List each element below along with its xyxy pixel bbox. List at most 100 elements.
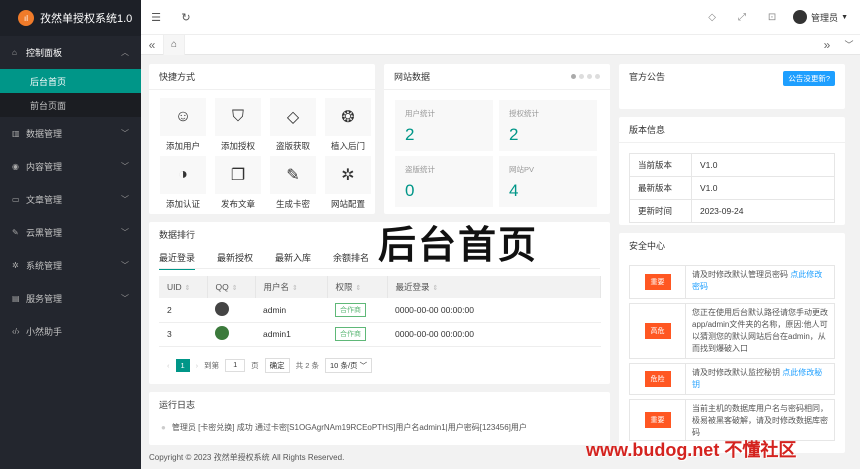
- stat-pirate[interactable]: 盗版统计 0: [395, 156, 493, 207]
- quick-publish-article[interactable]: ❐ 发布文章: [214, 156, 262, 210]
- book-icon: ❐: [215, 156, 261, 194]
- app-logo[interactable]: ıl 孜然单授权系统1.0: [0, 0, 141, 36]
- sidebar-item-assistant[interactable]: ‹/› 小然助手: [0, 315, 141, 348]
- shield-icon: ⛉: [215, 98, 261, 136]
- sidebar-subitem-frontend[interactable]: 前台页面: [0, 93, 141, 117]
- carousel-dot[interactable]: [595, 74, 600, 79]
- sidebar-item-label: 数据管理: [26, 129, 63, 139]
- carousel-dot[interactable]: [587, 74, 592, 79]
- tab-scroll-right-icon[interactable]: »: [816, 38, 838, 52]
- stat-pv[interactable]: 网站PV 4: [499, 156, 597, 207]
- quick-site-config[interactable]: ✲ 网站配置: [324, 156, 372, 210]
- security-message: 请及时修改默认监控秘钥: [692, 368, 783, 377]
- brush-icon: ✎: [12, 228, 19, 237]
- tab-home[interactable]: ⌂: [163, 34, 185, 55]
- tab-scroll-left-icon[interactable]: «: [141, 38, 163, 52]
- avatar: [215, 326, 229, 340]
- version-key: 更新时间: [629, 199, 692, 223]
- compass-icon: ◑: [160, 156, 206, 194]
- page-size-value: 10 条/页: [330, 361, 358, 370]
- server-icon: ▤: [12, 294, 20, 303]
- sidebar-item-data[interactable]: ▥ 数据管理 ﹀: [0, 117, 141, 150]
- table-row: 更新时间 2023-09-24: [629, 199, 835, 223]
- cell-role: 合作商: [327, 298, 387, 323]
- security-item: 重要 当前主机的数据库用户名与密码相同，极易被黑客破解，请及时修改数据库密码: [629, 399, 835, 441]
- stat-licenses[interactable]: 授权统计 2: [499, 100, 597, 151]
- sidebar-item-articles[interactable]: ▭ 文章管理 ﹀: [0, 183, 141, 216]
- footer: Copyright © 2023 孜然单授权系统 All Rights Rese…: [149, 453, 345, 462]
- cell-qq: [207, 298, 255, 323]
- goto-page-input[interactable]: 1: [225, 359, 246, 372]
- menu-toggle-icon[interactable]: ☰: [141, 11, 171, 24]
- notice-button[interactable]: 公告没更新?: [783, 71, 835, 86]
- prev-page-icon[interactable]: ‹: [167, 361, 170, 370]
- stat-value: 4: [509, 181, 519, 200]
- site-stats-panel: 网站数据 用户统计 2 授权统计 2 盗版统计 0 网站PV 4: [384, 64, 610, 214]
- quick-add-cert[interactable]: ◑ 添加认证: [159, 156, 207, 210]
- carousel-dots[interactable]: [571, 74, 600, 79]
- tag-icon[interactable]: ◇: [697, 12, 727, 23]
- table-row[interactable]: 3 admin1 合作商 0000-00-00 00:00:00: [159, 322, 601, 347]
- version-value: 2023-09-24: [691, 199, 835, 223]
- sidebar-item-label: 系统管理: [26, 261, 63, 271]
- sidebar-item-blacklist[interactable]: ✎ 云黑管理 ﹀: [0, 216, 141, 249]
- col-username[interactable]: 用户名 ⇕: [255, 276, 328, 298]
- chevron-down-icon: ﹀: [359, 361, 368, 370]
- cell-username: admin1: [255, 322, 327, 347]
- carousel-dot[interactable]: [579, 74, 584, 79]
- quick-pirate-fetch[interactable]: ◇ 盗版获取: [269, 98, 317, 152]
- avatar: [793, 10, 808, 24]
- sidebar-item-dashboard[interactable]: ⌂ 控制面板 ︿: [0, 36, 141, 69]
- quick-backdoor[interactable]: ❂ 植入后门: [324, 98, 372, 152]
- quick-gen-card[interactable]: ✎ 生成卡密: [269, 156, 317, 210]
- security-item: 高危 您正在使用后台默认路径请您手动更改app/admin文件夹的名称，原因:他…: [629, 303, 835, 359]
- col-last-login[interactable]: 最近登录 ⇕: [387, 276, 601, 298]
- sidebar-item-label: 文章管理: [26, 195, 63, 205]
- page-title: 后台首页: [378, 225, 539, 267]
- lock-icon[interactable]: ⊡: [757, 12, 787, 23]
- table-row[interactable]: 2 admin 合作商 0000-00-00 00:00:00: [159, 298, 601, 323]
- quick-label: 添加认证: [165, 199, 200, 209]
- stat-value: 2: [509, 125, 519, 144]
- page-size-select[interactable]: 10 条/页 ﹀: [325, 358, 373, 373]
- table-row: 当前版本 V1.0: [629, 153, 835, 177]
- security-message: 您正在使用后台默认路径请您手动更改app/admin文件夹的名称，原因:他人可以…: [692, 308, 828, 353]
- quick-add-user[interactable]: ☺ 添加用户: [159, 98, 207, 152]
- edit-icon: ✎: [270, 156, 316, 194]
- user-icon: ☺: [160, 98, 206, 136]
- cell-qq: [207, 322, 255, 347]
- sidebar-item-system[interactable]: ✲ 系统管理 ﹀: [0, 249, 141, 282]
- version-key: 最新版本: [629, 176, 692, 200]
- stat-users[interactable]: 用户统计 2: [395, 100, 493, 151]
- security-panel: 安全中心 重要 请及时修改默认管理员密码 点此修改密码 高危 您正在使用后台默认…: [619, 233, 845, 453]
- sidebar-item-content[interactable]: ◉ 内容管理 ﹀: [0, 150, 141, 183]
- user-menu[interactable]: 管理员 ▼: [793, 10, 848, 24]
- rank-table: UID ⇕ QQ ⇕ 用户名 ⇕ 权限 ⇕ 最近登录 ⇕ 2 admin 合作商 0000…: [159, 276, 601, 347]
- refresh-icon[interactable]: ↻: [171, 11, 201, 24]
- carousel-dot[interactable]: [571, 74, 576, 79]
- sidebar-subitem-admin-home[interactable]: 后台首页: [0, 69, 141, 93]
- col-uid[interactable]: UID ⇕: [159, 276, 208, 298]
- chevron-down-icon: ﹀: [121, 294, 129, 303]
- quick-add-license[interactable]: ⛉ 添加授权: [214, 98, 262, 152]
- log-text: 管理员 [卡密兑换] 成功 通过卡密[S1OGAgrNAm19RCEoPTHS]…: [171, 423, 527, 432]
- tab-bar: « ⌂ » ﹀: [141, 34, 860, 55]
- next-page-icon[interactable]: ›: [196, 361, 199, 370]
- sidebar-item-label: 服务管理: [26, 294, 63, 304]
- quick-links-panel: 快捷方式 ☺ 添加用户 ⛉ 添加授权 ◇ 盗版获取 ❂ 植入后门 ◑ 添加认证 ❐ 发布文章…: [149, 64, 375, 214]
- page-current[interactable]: 1: [175, 359, 190, 372]
- stat-value: 0: [405, 181, 415, 200]
- col-role[interactable]: 权限 ⇕: [327, 276, 388, 298]
- sort-icon: ⇕: [231, 285, 238, 292]
- sidebar-item-services[interactable]: ▤ 服务管理 ﹀: [0, 282, 141, 315]
- top-header: ☰ ↻ ◇ ⤢ ⊡ 管理员 ▼: [141, 0, 860, 35]
- col-qq[interactable]: QQ ⇕: [207, 276, 256, 298]
- role-badge: 合作商: [335, 302, 366, 317]
- stat-label: 盗版统计: [405, 165, 435, 174]
- tab-menu-chevron-icon[interactable]: ﹀: [838, 38, 860, 52]
- panel-title: 快捷方式: [149, 64, 375, 90]
- caret-down-icon: ▼: [841, 13, 848, 21]
- fullscreen-icon[interactable]: ⤢: [727, 12, 757, 23]
- version-key: 当前版本: [629, 153, 692, 177]
- goto-confirm-button[interactable]: 确定: [264, 358, 290, 373]
